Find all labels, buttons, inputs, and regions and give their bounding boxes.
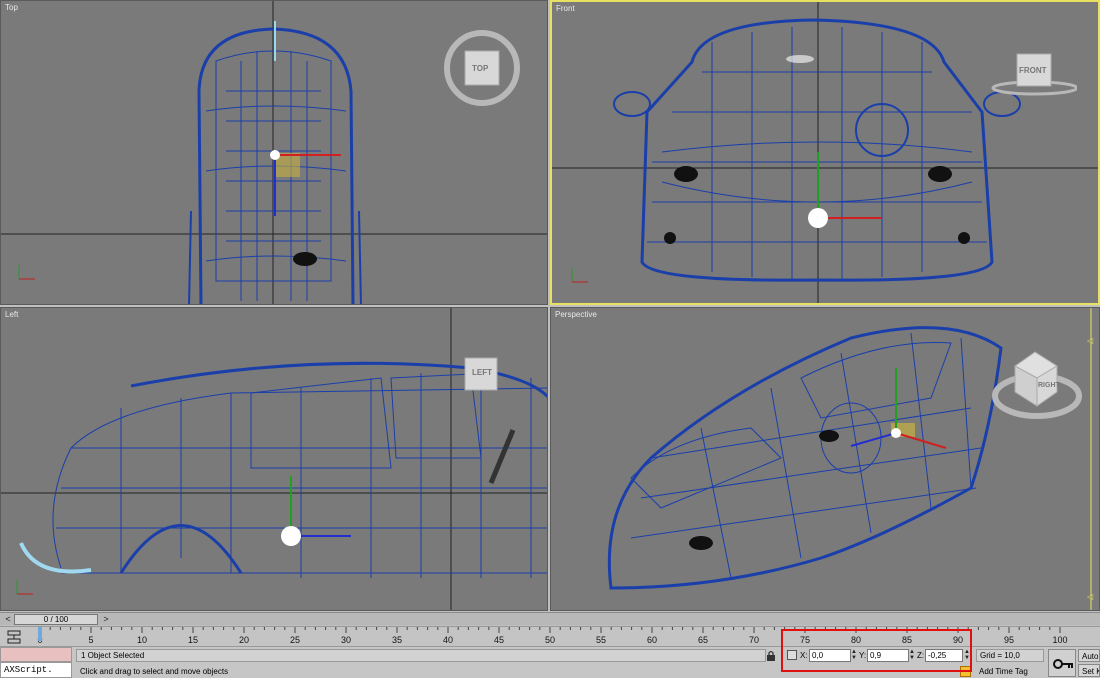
viewcube-top-face[interactable]: TOP [472, 64, 488, 73]
ruler-tick-label: 70 [749, 635, 759, 645]
time-slider-prev-button[interactable]: < [2, 613, 14, 625]
viewport-marker-bottom: ◁ [1087, 592, 1094, 601]
time-slider-next-button[interactable]: > [100, 613, 112, 625]
ruler-tick-label: 50 [545, 635, 555, 645]
viewport-label-left[interactable]: Left [5, 310, 18, 319]
viewport-marker-top: ◁ [1087, 336, 1094, 345]
time-slider-thumb[interactable]: 0 / 100 [14, 614, 98, 625]
ruler-tick-label: 100 [1052, 635, 1067, 645]
set-key-mode-button[interactable]: Set K [1078, 664, 1100, 677]
current-frame-marker[interactable] [38, 627, 42, 641]
ruler-tick-label: 95 [1004, 635, 1014, 645]
ruler-tick-label: 30 [341, 635, 351, 645]
left-wireframe [1, 308, 547, 610]
viewcube-perspective-right-face[interactable]: RIGHT [1038, 382, 1060, 389]
viewport-perspective[interactable]: Perspective RIGHT ◁ ◁ [550, 307, 1100, 611]
lock-icon[interactable] [766, 650, 776, 661]
set-key-button[interactable] [1048, 649, 1076, 677]
viewport-front[interactable]: Front FRONT [550, 0, 1100, 305]
viewcube-top[interactable]: TOP [441, 29, 523, 107]
ruler-tick-label: 15 [188, 635, 198, 645]
ruler-tick-label: 65 [698, 635, 708, 645]
viewport-left[interactable]: Left LEFT [0, 307, 548, 611]
viewcube-front[interactable]: FRONT [987, 50, 1079, 98]
key-icon [1053, 659, 1073, 669]
ruler-tick-label: 45 [494, 635, 504, 645]
prompt-line: Click and drag to select and move object… [80, 667, 229, 676]
ruler-tick-label: 60 [647, 635, 657, 645]
ruler-tick-label: 10 [137, 635, 147, 645]
max-application: Top TOP Front FRONT Left LEFT Perspectiv… [0, 0, 1100, 678]
add-time-tag-button[interactable]: Add Time Tag [976, 666, 1028, 677]
front-wireframe [552, 2, 1098, 303]
ruler-tick-label: 25 [290, 635, 300, 645]
viewcube-icon [992, 351, 1082, 419]
viewcube-front-face[interactable]: FRONT [1019, 66, 1047, 75]
ruler-tick-label: 55 [596, 635, 606, 645]
viewcube-left-face[interactable]: LEFT [472, 368, 492, 377]
ruler-tick-label: 5 [88, 635, 93, 645]
ruler-tick-label: 20 [239, 635, 249, 645]
maxscript-output[interactable] [0, 647, 72, 662]
viewcube-perspective[interactable]: RIGHT [991, 348, 1083, 424]
grid-spacing: Grid = 10,0 [976, 649, 1044, 662]
auto-key-button[interactable]: Auto [1078, 649, 1100, 662]
viewcube-left[interactable]: LEFT [463, 356, 499, 392]
selection-status: 1 Object Selected [76, 649, 766, 662]
time-slider[interactable]: < 0 / 100 > [0, 612, 1100, 625]
axis-tripod-icon [571, 268, 588, 283]
axis-tripod-icon [16, 580, 33, 595]
coordinate-highlight-box [781, 629, 972, 672]
axis-tripod-icon [18, 265, 35, 280]
ruler-tick-label: 40 [443, 635, 453, 645]
viewport-label-front[interactable]: Front [556, 4, 575, 13]
curve-editor-icon[interactable] [4, 629, 26, 645]
viewport-label-top[interactable]: Top [5, 3, 18, 12]
ruler-tick-label: 35 [392, 635, 402, 645]
maxscript-input[interactable]: AXScript. [0, 662, 72, 678]
viewport-label-perspective[interactable]: Perspective [555, 310, 597, 319]
viewport-top[interactable]: Top TOP [0, 0, 548, 305]
maxscript-listener[interactable]: AXScript. [0, 647, 72, 678]
